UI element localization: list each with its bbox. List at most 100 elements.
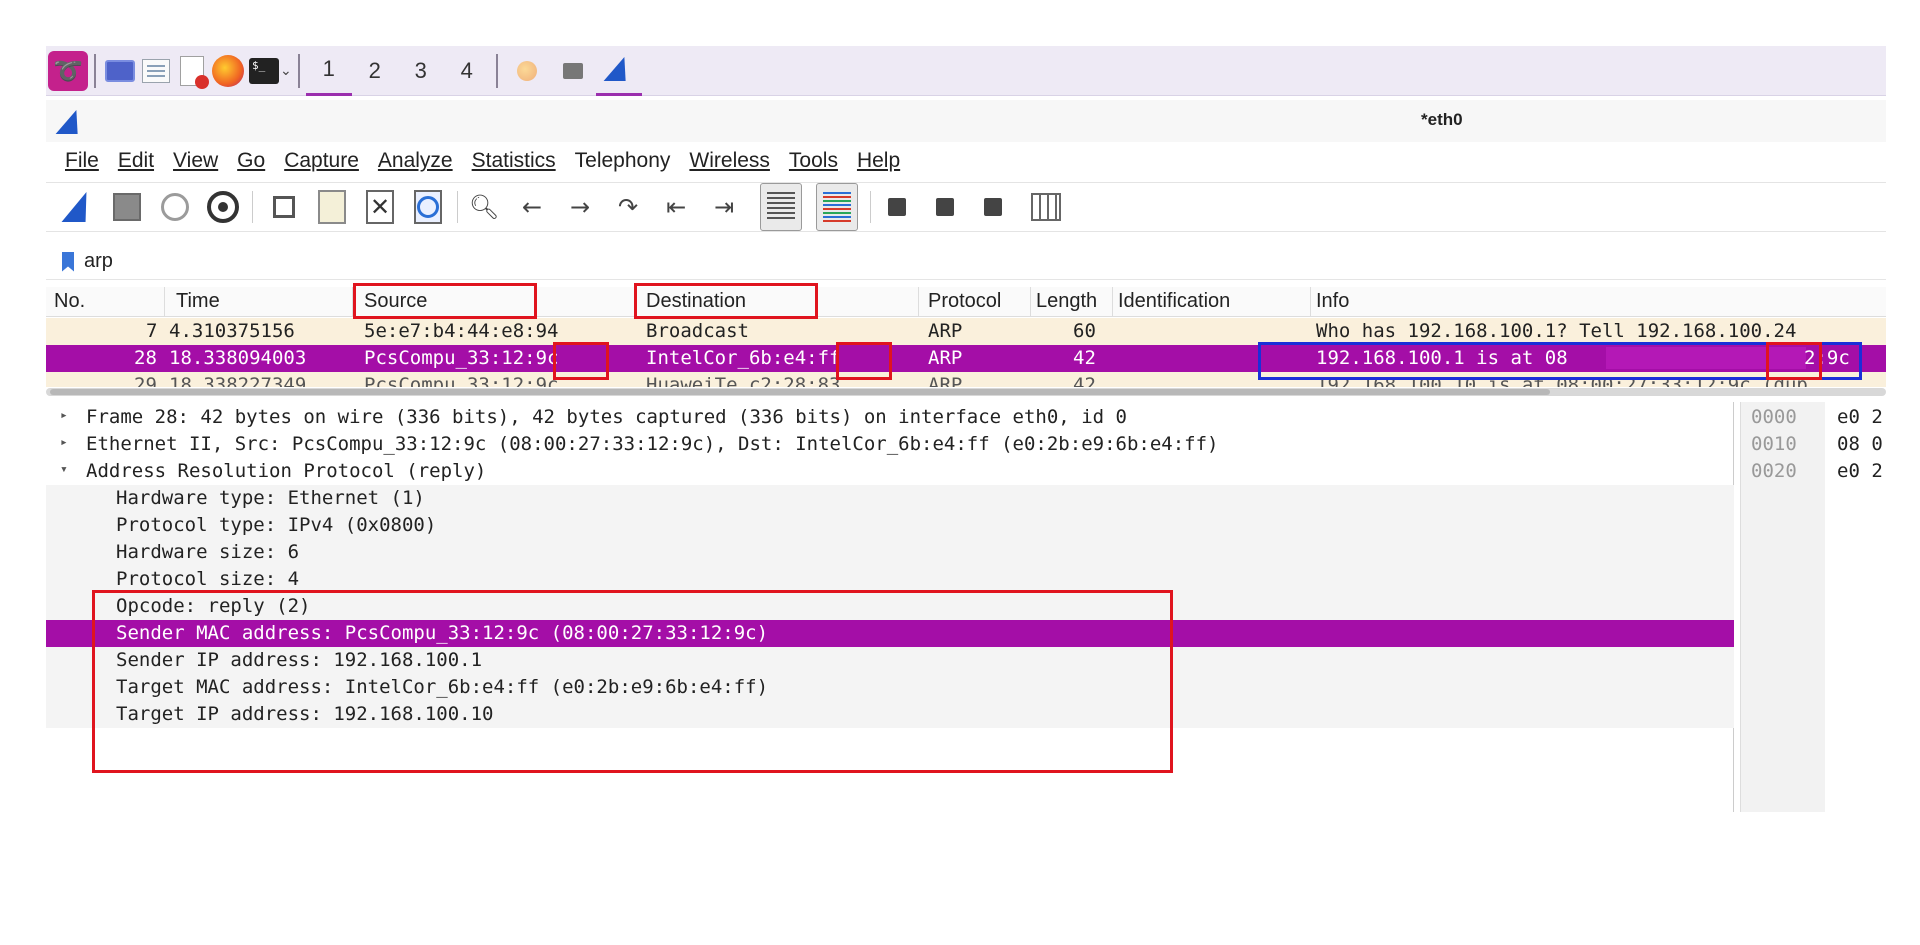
menu-tools-label: Tools <box>788 149 838 172</box>
terminal-icon <box>562 62 583 79</box>
workspace-1[interactable]: 1 <box>305 46 352 96</box>
task-terminal[interactable] <box>550 46 596 96</box>
column-identification[interactable]: Identification <box>1118 290 1230 313</box>
open-file-button[interactable] <box>265 188 303 226</box>
cell-protocol: ARP <box>928 320 963 342</box>
packet-row[interactable]: 29 18.338227349 PcsCompu_33:12:9c Huawei… <box>46 372 1886 387</box>
column-divider <box>634 287 635 317</box>
terminal-icon[interactable]: $_ <box>246 53 282 89</box>
cell-info-tail: 2:9c <box>1804 347 1850 369</box>
cell-time: 18.338094003 <box>169 347 307 369</box>
kali-menu-icon[interactable]: ➰ <box>48 50 88 91</box>
colorize-toggle[interactable] <box>814 182 860 232</box>
detail-row[interactable]: Hardware size: 6 <box>46 539 1734 566</box>
expand-arrow-icon[interactable]: ▸ <box>60 408 68 423</box>
packet-row[interactable]: 7 4.310375156 5e:e7:b4:44:e8:94 Broadcas… <box>46 318 1886 345</box>
column-divider <box>352 287 353 317</box>
menu-edit[interactable]: Edit <box>118 149 154 173</box>
menu-statistics[interactable]: Statistics <box>472 149 556 173</box>
column-no[interactable]: No. <box>54 290 85 313</box>
detail-row[interactable]: Hardware type: Ethernet (1) <box>46 485 1734 512</box>
desktop-icon[interactable] <box>102 53 138 89</box>
go-forward-button[interactable]: → <box>566 188 594 226</box>
column-protocol[interactable]: Protocol <box>928 290 1001 313</box>
shark-fin-icon <box>61 192 97 222</box>
menu-telephony[interactable]: Telephony <box>575 149 671 173</box>
column-divider <box>1030 287 1031 317</box>
cell-info: 192.168.100.10 is at 08:00:27:33:12:9c (… <box>1316 374 1808 387</box>
find-packet-button[interactable]: 🔍︎ <box>469 188 499 226</box>
first-packet-button[interactable]: ⇤ <box>662 188 690 226</box>
wireshark-icon <box>55 110 87 134</box>
packet-row-selected[interactable]: 28 18.338094003 PcsCompu_33:12:9c IntelC… <box>46 345 1886 372</box>
detail-row-frame[interactable]: ▸ Frame 28: 42 bytes on wire (336 bits),… <box>46 404 1734 431</box>
packet-list-scrollbar[interactable] <box>46 388 1886 396</box>
expand-arrow-icon[interactable]: ▸ <box>60 435 68 450</box>
column-info[interactable]: Info <box>1316 290 1349 313</box>
zoom-out-button[interactable] <box>931 188 959 226</box>
detail-row-ethernet[interactable]: ▸ Ethernet II, Src: PcsCompu_33:12:9c (0… <box>46 431 1734 458</box>
detail-row[interactable]: Target MAC address: IntelCor_6b:e4:ff (e… <box>46 674 1734 701</box>
menu-tools[interactable]: Tools <box>789 149 838 173</box>
detail-row[interactable]: Sender IP address: 192.168.100.1 <box>46 647 1734 674</box>
bookmark-icon[interactable] <box>62 251 74 272</box>
menu-go[interactable]: Go <box>237 149 265 173</box>
close-file-button[interactable]: ✕ <box>361 188 399 226</box>
menu-capture[interactable]: Capture <box>284 149 359 173</box>
resize-columns-button[interactable] <box>1027 188 1065 226</box>
menu-view[interactable]: View <box>173 149 218 173</box>
column-destination[interactable]: Destination <box>646 290 746 313</box>
column-length[interactable]: Length <box>1036 290 1097 313</box>
zoom-in-button[interactable] <box>883 188 911 226</box>
workspace-3[interactable]: 3 <box>398 46 444 96</box>
reload-file-button[interactable] <box>409 188 447 226</box>
workspace-4[interactable]: 4 <box>444 46 490 96</box>
go-to-packet-button[interactable]: ↷ <box>614 188 642 226</box>
column-time[interactable]: Time <box>176 290 220 313</box>
arrow-right-icon: → <box>569 193 591 221</box>
close-icon: ✕ <box>366 190 394 224</box>
scrollbar-thumb[interactable] <box>50 389 1550 395</box>
start-capture-button[interactable] <box>60 188 98 226</box>
toolbar-separator <box>870 191 871 223</box>
normal-size-button[interactable] <box>979 188 1007 226</box>
menu-wireless[interactable]: Wireless <box>689 149 770 173</box>
task-firefox[interactable] <box>504 46 550 96</box>
task-wireshark[interactable] <box>595 46 642 96</box>
workspace-2[interactable]: 2 <box>352 46 398 96</box>
detail-text: Target MAC address: IntelCor_6b:e4:ff (e… <box>116 676 769 698</box>
display-filter-input[interactable]: arp <box>84 250 113 273</box>
bytes-row[interactable]: 0010 08 0 <box>1741 431 1887 458</box>
menu-help-label: Help <box>856 149 901 172</box>
collapse-arrow-icon[interactable]: ▾ <box>60 462 68 477</box>
detail-row[interactable]: Opcode: reply (2) <box>46 593 1734 620</box>
text-editor-icon[interactable] <box>174 53 210 89</box>
cell-source: PcsCompu_33:12:9c <box>364 347 559 369</box>
bytes-row[interactable]: 0000 e0 2 <box>1741 404 1887 431</box>
detail-row[interactable]: Protocol size: 4 <box>46 566 1734 593</box>
menu-analyze[interactable]: Analyze <box>378 149 453 173</box>
display-filter-bar[interactable]: arp <box>46 244 1886 280</box>
column-source[interactable]: Source <box>364 290 427 313</box>
save-file-button[interactable] <box>313 188 351 226</box>
autoscroll-toggle[interactable] <box>758 182 804 232</box>
files-icon[interactable] <box>138 53 174 89</box>
toolbar-separator <box>457 191 458 223</box>
detail-row-arp[interactable]: ▾ Address Resolution Protocol (reply) <box>46 458 1734 485</box>
last-packet-button[interactable]: ⇥ <box>710 188 738 226</box>
detail-row[interactable]: Target IP address: 192.168.100.10 <box>46 701 1734 728</box>
packet-details-pane: ▸ Frame 28: 42 bytes on wire (336 bits),… <box>46 402 1734 812</box>
capture-options-button[interactable] <box>204 188 242 226</box>
detail-text: Frame 28: 42 bytes on wire (336 bits), 4… <box>86 406 1127 428</box>
chevron-down-icon[interactable]: ⌄ <box>280 63 292 79</box>
stop-capture-button[interactable] <box>108 188 146 226</box>
menu-help[interactable]: Help <box>857 149 900 173</box>
bytes-row[interactable]: 0020 e0 2 <box>1741 458 1887 485</box>
detail-row-selected[interactable]: Sender MAC address: PcsCompu_33:12:9c (0… <box>46 620 1734 647</box>
menu-file[interactable]: File <box>65 149 99 173</box>
detail-row[interactable]: Protocol type: IPv4 (0x0800) <box>46 512 1734 539</box>
bytes-hex: e0 2 <box>1837 406 1883 428</box>
firefox-icon[interactable] <box>210 53 246 89</box>
go-back-button[interactable]: ← <box>518 188 546 226</box>
restart-capture-button[interactable] <box>156 188 194 226</box>
